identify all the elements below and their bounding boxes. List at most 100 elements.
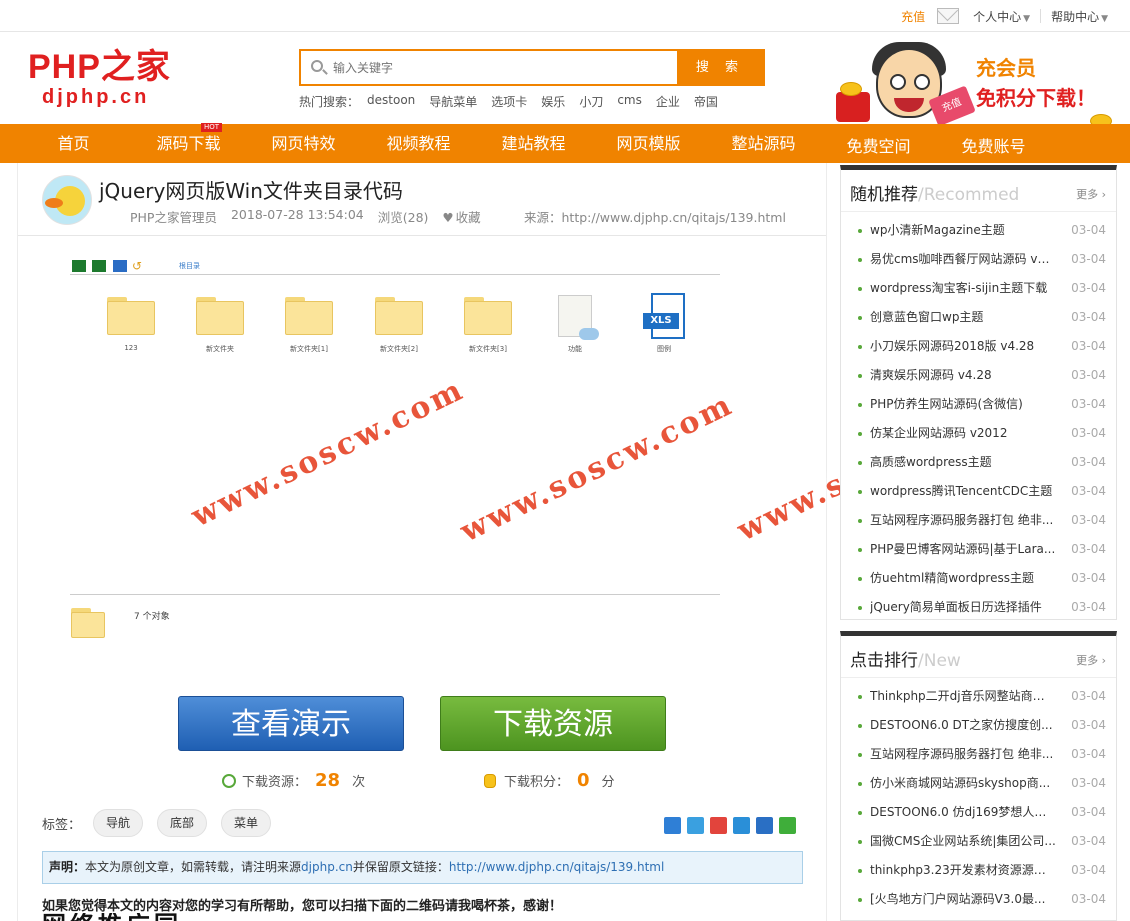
mascot-eye	[890, 74, 906, 90]
user-center-link[interactable]: 个人中心 ▼	[973, 8, 1030, 25]
nav-label: 建站教程	[501, 134, 566, 153]
list-item[interactable]: DESTOON6.0 仿dj169梦想人生... 03-04	[841, 798, 1116, 827]
nav-item-source-download[interactable]: 源码下载 HOT	[131, 123, 246, 163]
recharge-link[interactable]: 充值	[901, 8, 925, 25]
list-item[interactable]: 仿某企业网站源码 v2012 03-04	[841, 419, 1116, 448]
list-item[interactable]: 互站网程序源码服务器打包 绝非... 03-04	[841, 506, 1116, 535]
more-link[interactable]: 更多 ›	[1076, 186, 1106, 202]
list-item[interactable]: [火鸟地方门户网站源码V3.0最... 03-04	[841, 885, 1116, 914]
list-item-title: 仿小米商城网站源码skyshop商...	[870, 776, 1051, 790]
list-item[interactable]: wp小清新Magazine主题 03-04	[841, 216, 1116, 245]
list-item[interactable]: Thinkphp二开dj音乐网整站商业... 03-04	[841, 682, 1116, 711]
nav-item-tutorial[interactable]: 建站教程	[476, 124, 591, 163]
hot-term[interactable]: 帝国	[694, 93, 718, 110]
download-icon	[222, 773, 236, 788]
list-item[interactable]: 清爽娱乐网源码 v4.28 03-04	[841, 361, 1116, 390]
mail-icon[interactable]	[937, 8, 960, 24]
divider	[70, 594, 720, 595]
download-button[interactable]: 下载资源	[440, 696, 666, 751]
hot-term[interactable]: cms	[617, 93, 642, 110]
points-value: 0	[577, 770, 590, 791]
tag-item[interactable]: 菜单	[221, 809, 272, 837]
notice-url-link[interactable]: http://www.djphp.cn/qitajs/139.html	[449, 860, 664, 874]
list-item-date: 03-04	[1071, 368, 1106, 382]
box-title-cn: 点击排行	[850, 651, 918, 671]
help-center-label: 帮助中心	[1051, 9, 1100, 24]
hot-term[interactable]: 小刀	[579, 93, 603, 110]
folder-label: 新文件夹[1]	[290, 345, 328, 353]
list-item[interactable]: thinkphp3.23开发素材资源源码... 03-04	[841, 856, 1116, 885]
promo-line1: 充会员	[976, 56, 1036, 80]
list-item-date: 03-04	[1071, 513, 1106, 527]
coin-icon	[840, 82, 862, 96]
site-logo[interactable]: PHP之家 djphp.cn	[28, 48, 198, 108]
list-item[interactable]: wordpress腾讯TencentCDC主题 03-04	[841, 477, 1116, 506]
logo-text: PHP之家	[28, 48, 171, 86]
list-item[interactable]: PHP曼巴博客网站源码|基于Lara... 03-04	[841, 535, 1116, 564]
download-unit: 次	[352, 775, 366, 790]
list-item-title: 仿uehtml精简wordpress主题	[870, 571, 1034, 585]
list-item[interactable]: 互站网程序源码服务器打包 绝非... 03-04	[841, 740, 1116, 769]
search-input[interactable]	[333, 51, 673, 84]
hot-term[interactable]: 选项卡	[491, 93, 527, 110]
tag-item[interactable]: 导航	[93, 809, 144, 837]
author-link[interactable]: PHP之家管理员	[130, 207, 217, 226]
list-item-title: [火鸟地方门户网站源码V3.0最...	[870, 892, 1046, 906]
nav-item-effects[interactable]: 网页特效	[246, 124, 361, 163]
points-unit: 分	[601, 775, 615, 790]
list-item[interactable]: jQuery简易单面板日历选择插件 03-04	[841, 593, 1116, 622]
nav-item-free-account[interactable]: 免费账号	[936, 127, 1051, 166]
source-link[interactable]: 来源：http://www.djphp.cn/qitajs/139.html	[524, 207, 786, 226]
share-renren-icon[interactable]	[756, 817, 773, 834]
qr-title: 网络推广园	[42, 913, 202, 921]
tag-item[interactable]: 底部	[157, 809, 208, 837]
nav-item-site-source[interactable]: 整站源码	[706, 124, 821, 163]
nav-label: 整站源码	[731, 134, 796, 153]
share-plus-icon[interactable]	[664, 817, 681, 834]
share-qzone-icon[interactable]	[687, 817, 704, 834]
list-item[interactable]: DESTOON6.0 DT之家仿搜度创... 03-04	[841, 711, 1116, 740]
points-stat: 下载积分： 0 分	[484, 770, 615, 791]
search-button[interactable]: 搜 索	[677, 51, 763, 84]
list-item[interactable]: 创意蓝色窗口wp主题 03-04	[841, 303, 1116, 332]
list-item-date: 03-04	[1071, 834, 1106, 848]
list-item[interactable]: 高质感wordpress主题 03-04	[841, 448, 1116, 477]
notice-label: 声明：	[49, 860, 86, 874]
hot-term[interactable]: destoon	[367, 93, 415, 110]
list-item-date: 03-04	[1071, 892, 1106, 906]
tags-label: 标签：	[42, 817, 82, 833]
vip-promo-banner[interactable]: 充值 充会员 免积分下载！	[832, 40, 1122, 128]
hot-term[interactable]: 导航菜单	[429, 93, 477, 110]
hot-term[interactable]: 企业	[656, 93, 680, 110]
nav-label: 免费空间	[846, 137, 911, 156]
share-tencent-icon[interactable]	[733, 817, 750, 834]
folder-label: 123	[124, 344, 138, 352]
nav-item-templates[interactable]: 网页模版	[591, 124, 706, 163]
list-item[interactable]: PHP仿养生网站源码(含微信) 03-04	[841, 390, 1116, 419]
nav-item-free-space[interactable]: 免费空间	[821, 127, 936, 166]
list-item[interactable]: 国微CMS企业网站系统|集团公司... 03-04	[841, 827, 1116, 856]
more-link[interactable]: 更多 ›	[1076, 652, 1106, 668]
search-icon	[311, 60, 323, 72]
mascot-eye	[914, 74, 930, 90]
hot-term[interactable]: 娱乐	[541, 93, 565, 110]
nav-label: 视频教程	[386, 134, 451, 153]
nav-item-home[interactable]: 首页	[16, 124, 131, 163]
view-demo-button[interactable]: 查看演示	[178, 696, 404, 751]
share-weibo-icon[interactable]	[710, 817, 727, 834]
box-title-en: /New	[918, 651, 961, 671]
list-item-title: 易优cms咖啡西餐厅网站源码 v1.0	[870, 252, 1056, 266]
favorite-button[interactable]: ♥ 收藏	[442, 207, 494, 226]
share-wechat-icon[interactable]	[779, 817, 796, 834]
list-item[interactable]: 易优cms咖啡西餐厅网站源码 v1.0 03-04	[841, 245, 1116, 274]
list-item[interactable]: wordpress淘宝客i-sijin主题下载 03-04	[841, 274, 1116, 303]
help-center-link[interactable]: 帮助中心 ▼	[1051, 8, 1108, 25]
document-icon	[558, 295, 599, 340]
list-item[interactable]: 小刀娱乐网源码2018版 v4.28 03-04	[841, 332, 1116, 361]
avatar[interactable]	[42, 175, 92, 225]
notice-site-link[interactable]: djphp.cn	[301, 860, 353, 874]
list-item[interactable]: 仿小米商城网站源码skyshop商... 03-04	[841, 769, 1116, 798]
list-item[interactable]: 仿uehtml精简wordpress主题 03-04	[841, 564, 1116, 593]
heart-icon: ♥	[442, 210, 454, 225]
nav-item-video[interactable]: 视频教程	[361, 124, 476, 163]
